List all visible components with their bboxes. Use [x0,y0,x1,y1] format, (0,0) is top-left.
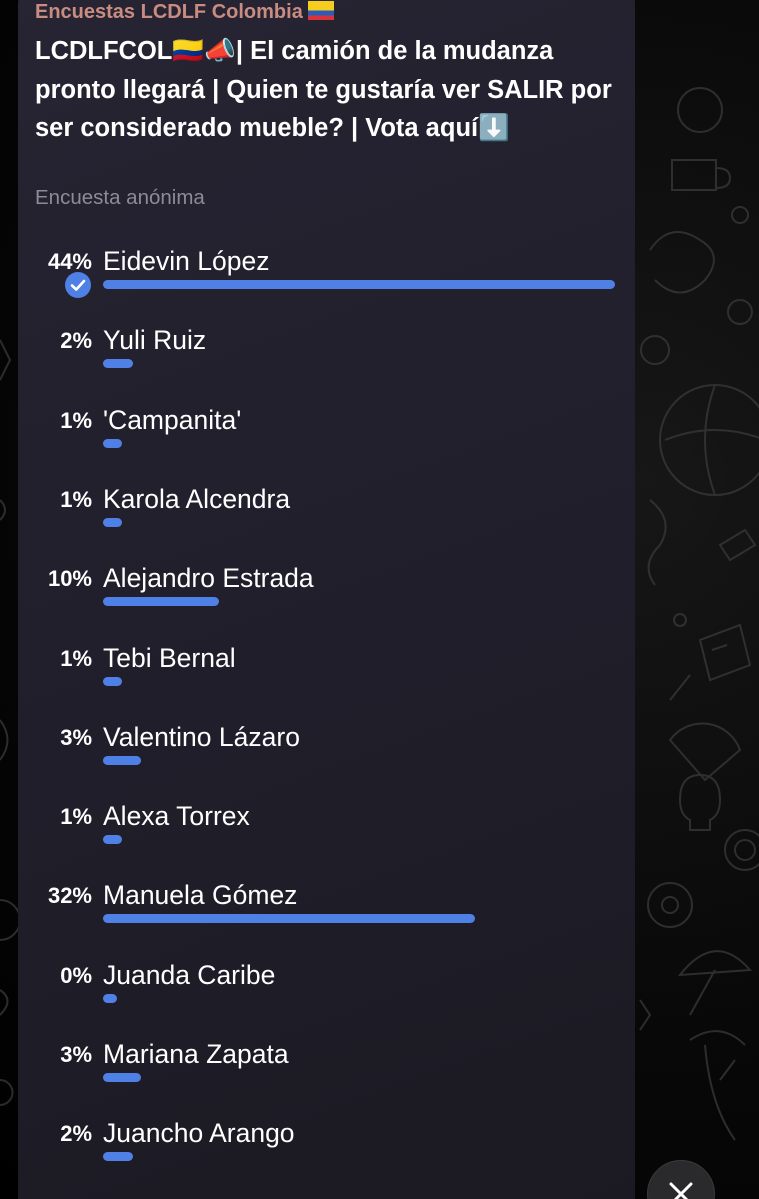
poll-option-percent: 0% [60,962,92,988]
poll-option-percent: 2% [60,328,92,354]
poll-option-percent: 1% [60,804,92,830]
poll-option-label: Karola Alcendra [103,483,291,514]
poll-option-bar [103,280,615,289]
checkmark-circle-icon [65,272,91,298]
poll-option-label: Valentino Lázaro [103,721,300,752]
poll-option[interactable]: 1% Tebi Bernal [0,642,640,704]
poll-option-percent: 1% [60,486,92,512]
poll-option-bar [103,755,141,765]
poll-option-percent: 1% [60,645,92,671]
poll-option-bar [103,1073,141,1082]
poll-option-label: Alejandro Estrada [103,563,314,594]
poll-option-bar [103,1152,133,1162]
poll-type-label: Encuesta anónima [35,186,205,209]
poll-option-bar [103,438,122,448]
poll-option-label: Mariana Zapata [103,1039,289,1069]
poll-option[interactable]: 3% Mariana Zapata [0,1039,640,1100]
poll-option[interactable]: 3% Valentino Lázaro [0,721,640,783]
poll-option[interactable]: 0% Juanda Caribe [0,959,640,1021]
poll-option-label: Juanda Caribe [103,959,276,990]
poll-option[interactable]: 32% Manuela Gómez [0,880,640,941]
poll-option[interactable]: 44% Eidevin López [0,246,640,307]
poll-option[interactable]: 1% Karola Alcendra [0,483,640,545]
poll-option-bar [103,993,117,1003]
poll-option-label: 'Campanita' [103,404,242,435]
poll-option-percent: 2% [60,1121,92,1147]
poll-option-bar [103,835,122,845]
poll-option-percent: 1% [60,407,92,433]
poll-option-label: Eidevin López [103,246,270,276]
poll-question: LCDLFCOL🇨🇴📣| El camión de la mudanza pro… [35,37,612,142]
poll-option-bar [103,676,122,686]
poll-option-bar [103,914,476,924]
poll-option-bar [103,517,122,527]
poll-option-label: Juancho Arango [103,1118,295,1149]
poll-option[interactable]: 1% Alexa Torrex [0,801,640,862]
poll-option[interactable]: 1% 'Campanita' [0,404,640,466]
poll-option-label: Tebi Bernal [103,642,236,673]
poll-option-percent: 3% [60,1042,92,1067]
sender-name[interactable]: Encuestas LCDLF Colombia [35,1,335,24]
poll-option-bar [103,597,220,607]
sender-name-text: Encuestas LCDLF Colombia [35,1,303,23]
poll-option[interactable]: 10% Alejandro Estrada [0,563,640,624]
poll-option-bar [103,359,133,369]
poll-option-label: Alexa Torrex [103,801,250,832]
poll-option-percent: 32% [47,883,92,909]
poll-option[interactable]: 2% Juancho Arango [0,1118,640,1179]
poll-option-label: Yuli Ruiz [103,325,207,356]
poll-option-percent: 3% [60,724,92,750]
poll-option-label: Manuela Gómez [103,880,298,911]
poll-option[interactable]: 2% Yuli Ruiz [0,325,640,386]
colombia-flag-icon [308,1,335,20]
poll-option-percent: 10% [47,566,92,592]
close-icon [669,1182,693,1199]
